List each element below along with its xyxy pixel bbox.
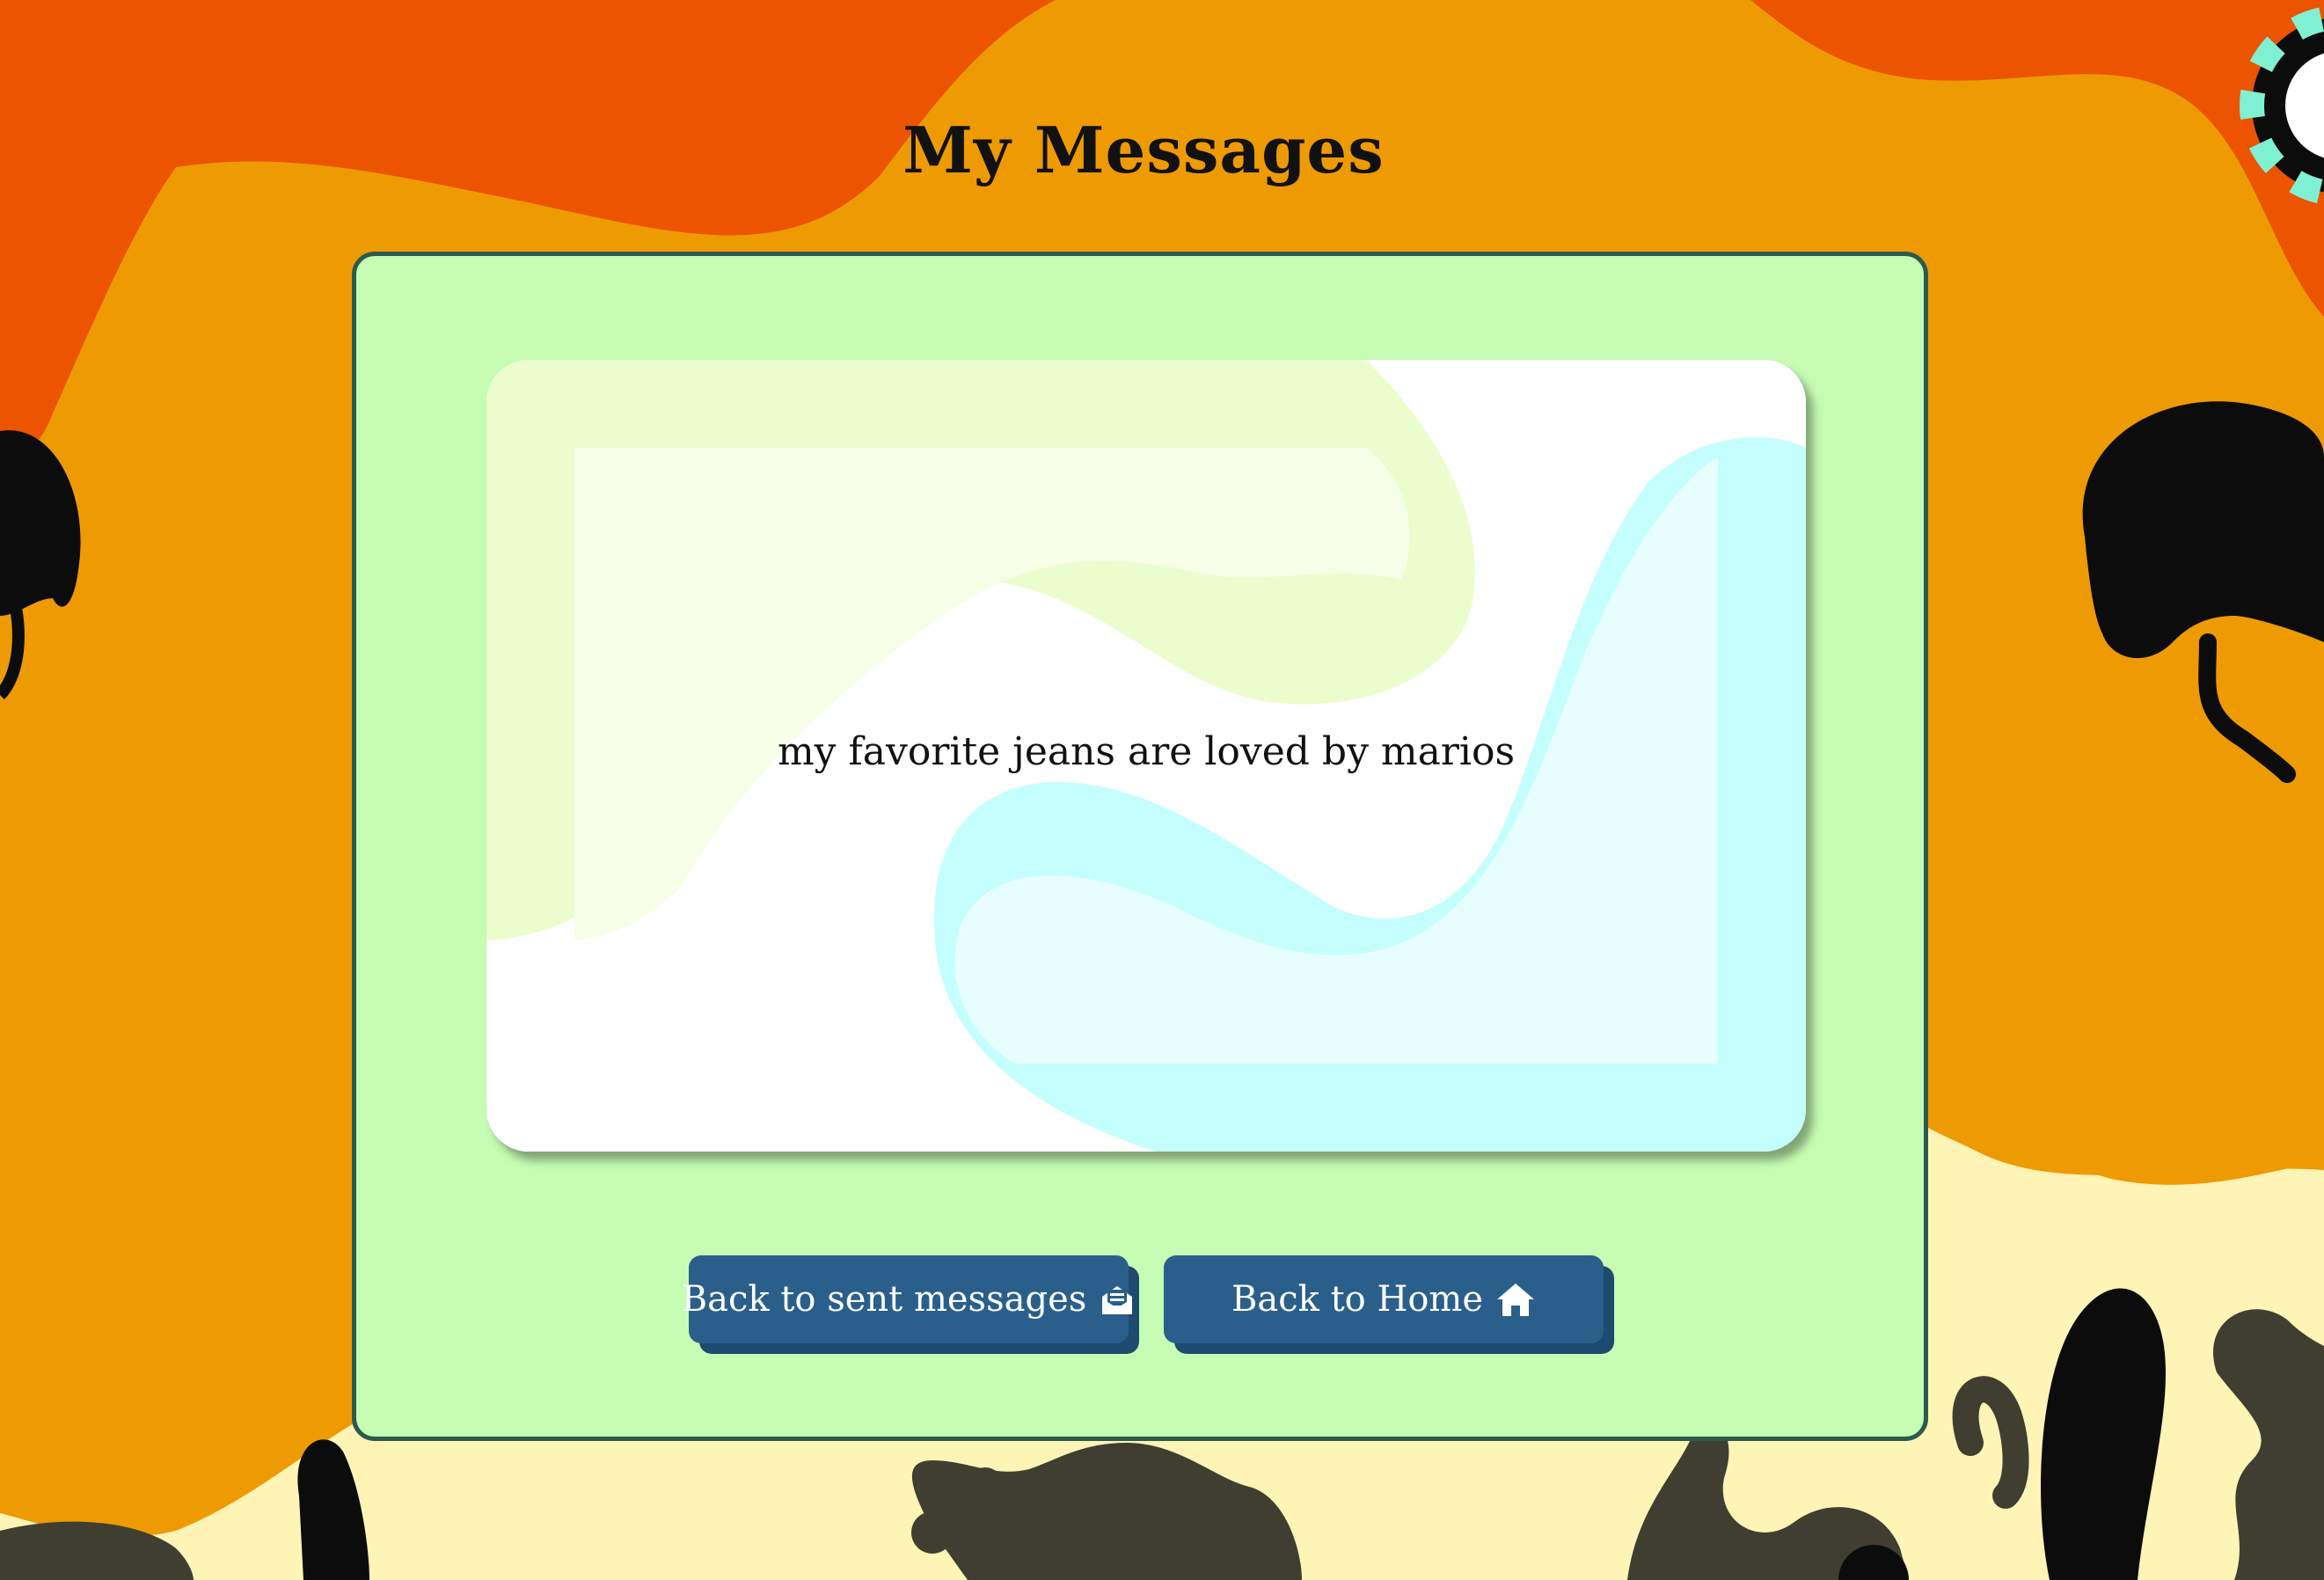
home-icon <box>1495 1281 1536 1318</box>
back-to-sent-messages-button[interactable]: Back to sent messages <box>682 1255 1133 1343</box>
back-to-sent-messages-label: Back to sent messages <box>681 1279 1087 1320</box>
message-card: my favorite jeans are loved by marios <box>486 360 1806 1152</box>
action-buttons: Back to sent messages Back to Home <box>356 1255 1933 1361</box>
page-title: My Messages <box>903 113 1385 187</box>
message-text: my favorite jeans are loved by marios <box>777 729 1516 774</box>
back-to-home-label: Back to Home <box>1231 1279 1484 1320</box>
back-to-home-button[interactable]: Back to Home <box>1164 1255 1604 1343</box>
envelope-open-icon <box>1099 1281 1136 1318</box>
message-panel: my favorite jeans are loved by marios Ba… <box>352 252 1928 1441</box>
